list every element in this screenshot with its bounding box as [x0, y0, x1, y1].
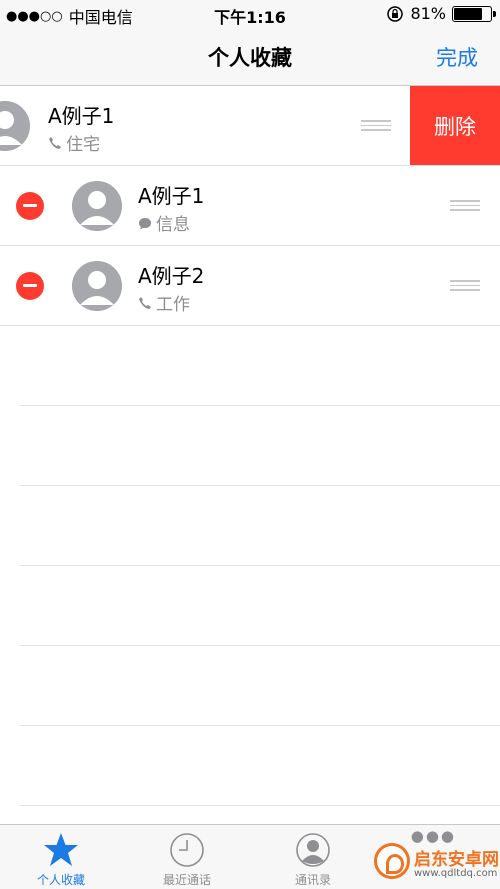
person-silhouette-icon	[72, 261, 122, 311]
delete-button[interactable]: 删除	[410, 86, 500, 165]
delete-toggle-icon[interactable]	[16, 272, 44, 300]
contact-type-label: 工作	[156, 295, 190, 315]
reorder-handle[interactable]	[361, 120, 391, 132]
empty-row	[20, 406, 500, 486]
contact-name: A例子1	[138, 184, 205, 208]
contact-name: A例子1	[48, 104, 115, 128]
nav-bar: 个人收藏 完成	[0, 28, 500, 86]
tab-label: 通讯录	[294, 873, 331, 887]
done-button[interactable]: 完成	[436, 42, 478, 72]
contact-type-label: 住宅	[66, 135, 100, 155]
avatar	[0, 101, 30, 151]
contact-name: A例子2	[138, 264, 205, 288]
watermark-logo-icon	[374, 843, 410, 879]
empty-row	[20, 566, 500, 646]
contact-type: 住宅	[48, 130, 100, 155]
star-icon	[44, 833, 78, 866]
orientation-lock-icon	[387, 5, 404, 22]
phone-icon	[139, 296, 151, 309]
avatar	[72, 261, 122, 311]
favorites-list: A例子1 住宅 删除 A例子1 信息 A例子2 工作	[0, 86, 500, 806]
favorite-row[interactable]: A例子1 住宅 删除	[0, 86, 500, 166]
message-icon	[139, 217, 151, 229]
phone-icon	[49, 136, 61, 149]
empty-row	[20, 486, 500, 566]
battery-fill	[454, 7, 482, 20]
clock-icon	[170, 833, 204, 867]
contact-type: 信息	[138, 210, 190, 235]
tab-label: 最近通话	[162, 873, 211, 887]
tab-label: 个人收藏	[36, 873, 85, 887]
watermark: 启东安卓网 www.qdltdq.com	[370, 839, 500, 889]
watermark-url: www.qdltdq.com	[414, 868, 498, 879]
tab-contacts[interactable]: 通讯录	[258, 831, 368, 888]
empty-row	[20, 646, 500, 726]
person-silhouette-icon	[0, 101, 30, 151]
contacts-icon	[296, 833, 330, 867]
battery-percent: 81%	[410, 4, 446, 23]
favorite-row[interactable]: A例子2 工作	[0, 246, 500, 326]
empty-row	[20, 726, 500, 806]
status-bar: ●●●○○ 中国电信 下午1:16 81%	[0, 0, 500, 28]
avatar	[72, 181, 122, 231]
status-right: 81%	[386, 4, 496, 23]
contact-type: 工作	[138, 290, 190, 315]
reorder-handle[interactable]	[450, 200, 480, 212]
reorder-handle[interactable]	[450, 280, 480, 292]
favorite-row[interactable]: A例子1 信息	[0, 166, 500, 246]
watermark-name: 启东安卓网	[414, 850, 499, 870]
tab-favorites[interactable]: 个人收藏	[6, 831, 116, 888]
tab-recents[interactable]: 最近通话	[132, 831, 242, 888]
person-silhouette-icon	[72, 181, 122, 231]
empty-row	[20, 326, 500, 406]
battery-icon	[452, 5, 496, 22]
contact-type-label: 信息	[156, 215, 190, 235]
page-title: 个人收藏	[208, 46, 292, 70]
delete-toggle-icon[interactable]	[16, 192, 44, 220]
